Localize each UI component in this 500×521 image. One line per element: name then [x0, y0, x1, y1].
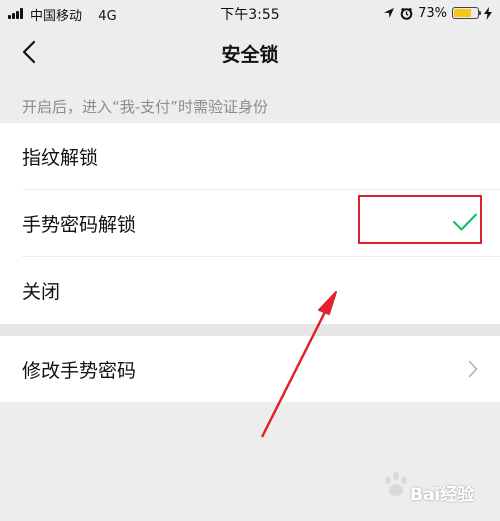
alarm-icon	[400, 7, 413, 20]
option-fingerprint-unlock[interactable]: 指纹解锁	[0, 123, 500, 190]
change-gesture-password-label: 修改手势密码	[22, 360, 137, 382]
status-right-group: 73%	[383, 4, 492, 22]
watermark-text: Bai经验	[410, 485, 475, 505]
status-bar: 中国移动 4G 下午3:55 73%	[0, 0, 500, 26]
charging-icon	[484, 6, 492, 20]
battery-icon	[452, 7, 481, 19]
battery-percent: 73%	[418, 5, 447, 21]
option-label: 关闭	[22, 281, 61, 303]
battery-level-fill	[454, 9, 471, 17]
change-gesture-password-row[interactable]: 修改手势密码	[0, 336, 500, 402]
location-icon	[384, 8, 395, 18]
annotation-highlight-box	[358, 195, 482, 244]
chevron-right-icon	[468, 360, 478, 378]
page-title: 安全锁	[221, 44, 279, 66]
option-label: 指纹解锁	[22, 147, 99, 169]
section-hint: 开启后，进入“我-支付”时需验证身份	[22, 98, 268, 116]
security-lock-screen: 中国移动 4G 下午3:55 73% 安全锁 开启后，进入“我-支付”时需验证身…	[0, 0, 500, 521]
option-label: 手势密码解锁	[22, 214, 137, 236]
nav-bar: 安全锁	[0, 26, 500, 78]
option-off[interactable]: 关闭	[0, 257, 500, 324]
section-gap	[0, 324, 500, 336]
